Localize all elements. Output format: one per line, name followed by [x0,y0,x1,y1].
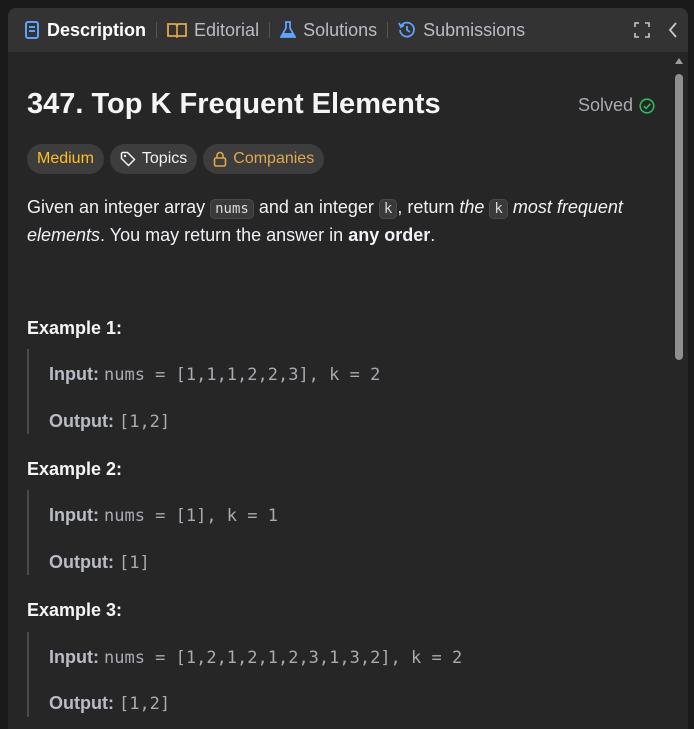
example-output: Output: [1,2] [49,411,170,432]
tab-divider [156,22,158,38]
tag-chips: Medium Topics Companies [27,144,325,174]
output-value: [1,2] [118,694,171,714]
example-title: Example 1: [27,318,123,338]
lock-icon [213,151,227,167]
tab-description-label: Description [47,19,147,40]
companies-chip[interactable]: Companies [203,144,325,174]
tag-icon [120,151,136,167]
example-input: Input: nums = [1,1,1,2,2,3], k = 2 [49,364,380,385]
output-value: [1,2] [118,412,171,432]
tab-submissions[interactable]: Submissions [394,8,529,52]
inline-code: k [489,199,508,219]
difficulty-label: Medium [37,150,94,167]
problem-title[interactable]: 347. Top K Frequent Elements [27,88,441,121]
example-block [27,632,49,717]
flask-icon [280,21,297,38]
input-value: nums = [1,1,1,2,2,3], k = 2 [103,365,381,385]
tab-bar: Description Editorial Solutions Submissi… [8,8,688,52]
description-icon [25,21,39,39]
description-text: Given an integer array [27,197,211,217]
example-title: Example 3: [27,600,123,620]
solved-status: Solved [578,95,655,116]
tab-submissions-label: Submissions [423,19,526,40]
inline-code: k [378,199,398,219]
inline-code: nums [210,199,254,219]
output-label: Output: [49,552,114,572]
scroll-up-arrow-icon[interactable] [675,58,683,64]
tab-editorial[interactable]: Editorial [163,8,263,52]
description-text: , return [397,197,460,217]
input-label: Input: [49,505,99,525]
solved-label: Solved [578,95,634,115]
tab-description[interactable]: Description [20,8,150,52]
example-block [27,490,49,575]
emphasis-text: the [459,197,490,217]
scrollbar-thumb[interactable] [675,74,683,360]
input-label: Input: [49,364,99,384]
example-output: Output: [1] [49,552,150,573]
collapse-left-icon[interactable] [668,22,678,38]
tab-solutions[interactable]: Solutions [276,8,381,52]
tab-divider [269,22,271,38]
strong-text: any order [348,225,431,245]
check-circle-icon [639,97,655,114]
output-label: Output: [49,693,114,713]
output-label: Output: [49,411,114,431]
input-value: nums = [1,2,1,2,1,2,3,1,3,2], k = 2 [103,648,463,668]
output-value: [1] [118,553,150,573]
problem-panel: Description Editorial Solutions Submissi… [8,8,688,729]
input-value: nums = [1], k = 1 [103,506,278,526]
tab-bar-actions [634,8,678,52]
topics-label: Topics [141,150,188,167]
example-input: Input: nums = [1,2,1,2,1,2,3,1,3,2], k = … [49,647,462,668]
tab-editorial-label: Editorial [194,19,260,40]
example-input: Input: nums = [1], k = 1 [49,505,278,526]
example-block [27,349,49,434]
input-label: Input: [49,647,99,667]
tab-divider [387,22,389,38]
description-text: and an integer [253,197,379,217]
tab-solutions-label: Solutions [303,19,378,40]
companies-label: Companies [233,150,315,167]
topics-chip[interactable]: Topics [109,144,198,174]
example-output: Output: [1,2] [49,693,170,714]
description-text: . [430,225,436,245]
fullscreen-icon[interactable] [634,22,650,38]
history-icon [398,21,415,38]
problem-description: Given an integer array nums and an integ… [27,194,647,248]
description-text: . You may return the answer in [100,225,349,245]
vertical-scrollbar[interactable] [672,52,686,729]
book-icon [167,23,187,38]
example-title: Example 2: [27,459,123,479]
difficulty-badge[interactable]: Medium [27,144,104,174]
